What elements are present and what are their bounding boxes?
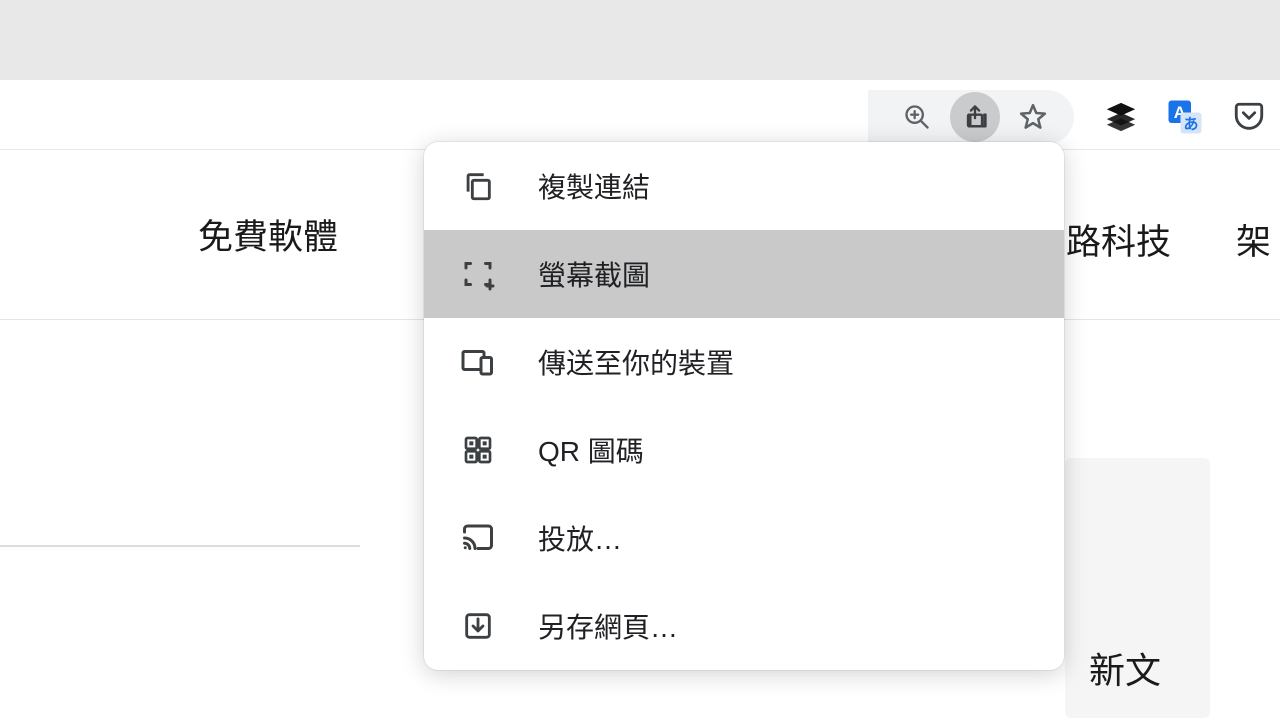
- screenshot-icon: [458, 254, 498, 294]
- menu-item-label: 傳送至你的裝置: [538, 342, 734, 382]
- translate-extension-icon[interactable]: A あ: [1160, 92, 1210, 142]
- svg-text:あ: あ: [1183, 116, 1198, 133]
- sidebar-card-heading: 新文: [1089, 642, 1186, 694]
- zoom-icon[interactable]: [892, 92, 942, 142]
- browser-tab-strip: [0, 0, 1280, 80]
- share-icon[interactable]: [950, 92, 1000, 142]
- buffer-extension-icon[interactable]: [1096, 92, 1146, 142]
- menu-item-cast[interactable]: 投放…: [424, 494, 1064, 582]
- nav-item-network-tech[interactable]: 路科技: [1066, 214, 1171, 265]
- menu-item-label: 複製連結: [538, 166, 650, 206]
- menu-item-label: 投放…: [538, 518, 622, 558]
- menu-item-screenshot[interactable]: 螢幕截圖: [424, 230, 1064, 318]
- share-menu: 複製連結 螢幕截圖 傳送至你的裝置: [424, 142, 1064, 670]
- menu-item-label: 另存網頁…: [538, 606, 678, 646]
- menu-item-copy-link[interactable]: 複製連結: [424, 142, 1064, 230]
- menu-item-label: 螢幕截圖: [538, 254, 650, 294]
- devices-icon: [458, 342, 498, 382]
- address-bar-right-cluster: A あ: [868, 92, 1274, 142]
- save-page-icon: [458, 606, 498, 646]
- menu-item-label: QR 圖碼: [538, 430, 644, 470]
- menu-item-save-page[interactable]: 另存網頁…: [424, 582, 1064, 670]
- nav-item-free-software[interactable]: 免費軟體: [198, 209, 338, 260]
- nav-item-3[interactable]: 架: [1236, 214, 1271, 265]
- extension-icons: A あ: [1096, 92, 1274, 142]
- pocket-extension-icon[interactable]: [1224, 92, 1274, 142]
- menu-item-qr-code[interactable]: QR 圖碼: [424, 406, 1064, 494]
- qr-icon: [458, 430, 498, 470]
- cast-icon: [458, 518, 498, 558]
- menu-item-send-to-devices[interactable]: 傳送至你的裝置: [424, 318, 1064, 406]
- copy-icon: [458, 166, 498, 206]
- browser-toolbar: A あ: [0, 80, 1280, 150]
- content-divider: [0, 545, 360, 547]
- bookmark-star-icon[interactable]: [1008, 92, 1058, 142]
- address-bar-actions: [868, 90, 1074, 144]
- sidebar-card: 新文: [1065, 458, 1210, 718]
